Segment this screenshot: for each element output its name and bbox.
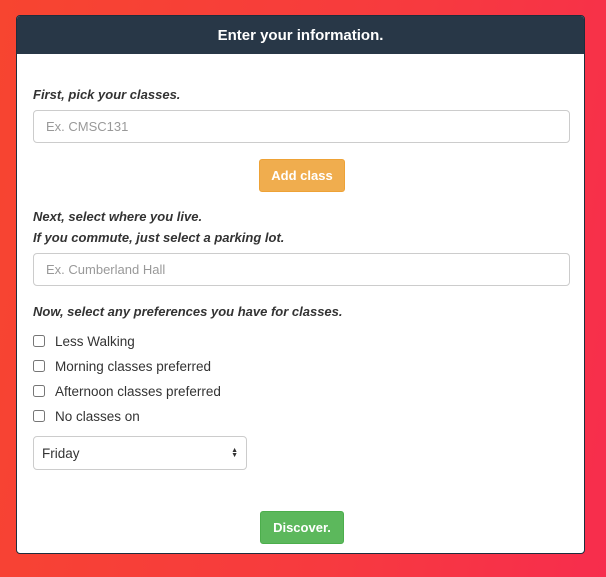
discover-button[interactable]: Discover. [260, 511, 344, 544]
classes-label: First, pick your classes. [33, 87, 181, 102]
pref-less-walking[interactable]: Less Walking [33, 331, 135, 351]
add-class-button[interactable]: Add class [259, 159, 345, 192]
residence-label: Next, select where you live. If you comm… [33, 206, 284, 248]
residence-input[interactable] [33, 253, 570, 286]
morning-checkbox[interactable] [33, 360, 45, 372]
day-select-value: Friday [42, 445, 80, 461]
preferences-label: Now, select any preferences you have for… [33, 304, 343, 319]
pref-no-classes-on[interactable]: No classes on [33, 406, 140, 426]
select-arrows-icon: ▲ ▼ [231, 447, 238, 459]
morning-label: Morning classes preferred [55, 358, 212, 374]
pref-afternoon[interactable]: Afternoon classes preferred [33, 381, 221, 401]
panel-header: Enter your information. [17, 16, 584, 54]
afternoon-label: Afternoon classes preferred [55, 383, 221, 399]
residence-label-line2: If you commute, just select a parking lo… [33, 230, 285, 245]
day-select[interactable]: Friday ▲ ▼ [33, 436, 247, 470]
panel-title: Enter your information. [217, 26, 384, 44]
afternoon-checkbox[interactable] [33, 385, 45, 397]
less-walking-checkbox[interactable] [33, 335, 45, 347]
no-classes-on-checkbox[interactable] [33, 410, 45, 422]
classes-input[interactable] [33, 110, 570, 143]
pref-morning[interactable]: Morning classes preferred [33, 356, 211, 376]
info-form-panel: Enter your information. First, pick your… [16, 15, 585, 554]
residence-label-line1: Next, select where you live. [33, 209, 203, 224]
less-walking-label: Less Walking [55, 333, 135, 349]
no-classes-on-label: No classes on [55, 408, 140, 424]
